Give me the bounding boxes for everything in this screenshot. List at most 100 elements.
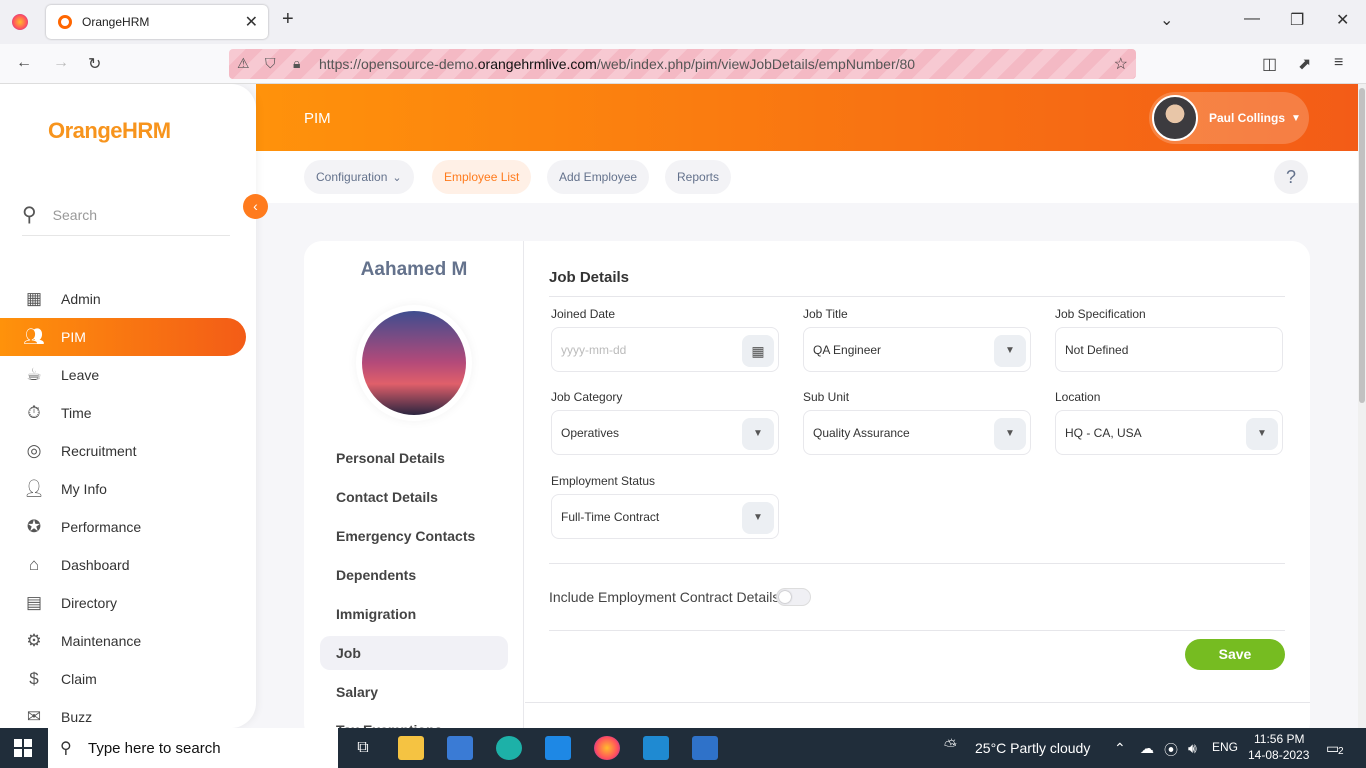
sidebar-item-time[interactable]: ⏱︎ Time xyxy=(0,394,256,432)
sidebar-item-pim[interactable]: 👥︎ PIM xyxy=(0,318,246,356)
taskbar-search-input[interactable]: Type here to search xyxy=(88,740,221,757)
taskbar-search[interactable]: ⚲ Type here to search xyxy=(48,728,338,768)
sidebar-search[interactable]: ⚲ Search xyxy=(22,194,230,236)
sidebar-item-claim[interactable]: $ Claim xyxy=(0,660,256,698)
sidebar-item-label: Maintenance xyxy=(61,633,142,649)
configuration-menu[interactable]: Configuration ⌄ xyxy=(304,160,414,194)
user-dropdown[interactable]: Paul Collings ▼ xyxy=(1149,92,1309,144)
photos-icon[interactable] xyxy=(692,736,718,760)
minimize-icon[interactable]: — xyxy=(1244,10,1260,28)
divider xyxy=(549,296,1285,297)
job-link[interactable]: Job xyxy=(320,636,508,670)
chevron-down-icon: ⌄ xyxy=(392,171,402,184)
lock-icon[interactable]: 🔒︎ xyxy=(293,55,300,72)
firefox-taskbar-icon[interactable] xyxy=(594,736,620,760)
store-icon[interactable] xyxy=(447,736,473,760)
divider xyxy=(549,563,1285,564)
sidebar-item-admin[interactable]: ▦ Admin xyxy=(0,280,256,318)
sidebar-item-label: Leave xyxy=(61,367,100,383)
job-title-label: Job Title xyxy=(803,307,848,321)
page-scrollbar[interactable] xyxy=(1358,84,1366,728)
sidebar-item-label: PIM xyxy=(61,329,86,345)
back-icon[interactable]: ← xyxy=(16,54,32,72)
personal-details-link[interactable]: Personal Details xyxy=(320,441,508,475)
job-category-select[interactable]: Operatives ▼ xyxy=(551,410,779,455)
sidebar-item-label: Directory xyxy=(61,595,118,611)
job-title-select[interactable]: QA Engineer ▼ xyxy=(803,327,1031,372)
sidebar-item-dashboard[interactable]: ⌂ Dashboard xyxy=(0,546,256,584)
list-tabs-icon[interactable]: ⌄ xyxy=(1160,10,1173,30)
employee-photo[interactable] xyxy=(362,311,466,415)
employment-status-value: Full-Time Contract xyxy=(561,509,660,524)
sub-unit-select[interactable]: Quality Assurance ▼ xyxy=(803,410,1031,455)
emergency-contacts-link[interactable]: Emergency Contacts xyxy=(320,519,508,553)
job-category-value: Operatives xyxy=(561,425,620,440)
sidebar-item-buzz[interactable]: ✉ Buzz xyxy=(0,698,256,728)
sidebar-item-label: Dashboard xyxy=(61,557,130,573)
extensions-icon[interactable]: ⬈ xyxy=(1298,54,1311,74)
windows-start-icon[interactable] xyxy=(14,739,32,757)
save-button[interactable]: Save xyxy=(1185,639,1285,670)
network-icon[interactable]: ⦿ xyxy=(1164,740,1178,760)
shield-icon[interactable]: ⛉ xyxy=(265,55,276,72)
contract-details-toggle[interactable] xyxy=(776,588,811,606)
app-area: PIM Paul Collings ▼ Configuration ⌄ Emplo… xyxy=(0,84,1358,728)
clock-time[interactable]: 11:56 PM xyxy=(1254,732,1304,746)
reports-label: Reports xyxy=(677,170,720,184)
url-bar[interactable]: ⚠ ⛉ 🔒︎ https://opensource-demo. orangehrm… xyxy=(229,49,1136,79)
salary-link[interactable]: Salary xyxy=(320,675,508,709)
pocket-icon[interactable]: ◫ xyxy=(1262,54,1277,74)
joined-date-input[interactable]: yyyy-mm-dd ▦ xyxy=(551,327,779,372)
search-input[interactable]: Search xyxy=(53,207,97,223)
file-explorer-icon[interactable] xyxy=(398,736,424,760)
sidebar-item-directory[interactable]: ▤ Directory xyxy=(0,584,256,622)
language-indicator[interactable]: ENG xyxy=(1212,740,1238,754)
reports-tab[interactable]: Reports xyxy=(665,160,732,194)
sidebar-item-leave[interactable]: ☕︎ Leave xyxy=(0,356,256,394)
menu-icon[interactable]: ≡ xyxy=(1334,54,1343,72)
task-view-icon[interactable]: ⧉ xyxy=(350,736,376,760)
search-icon: ⚲ xyxy=(60,740,72,757)
clock-date[interactable]: 14-08-2023 xyxy=(1248,748,1309,762)
sidebar-item-my-info[interactable]: 👤︎ My Info xyxy=(0,470,256,508)
vscode-icon[interactable] xyxy=(643,736,669,760)
dependents-link[interactable]: Dependents xyxy=(320,558,508,592)
firefox-icon[interactable] xyxy=(12,14,28,30)
immigration-link[interactable]: Immigration xyxy=(320,597,508,631)
joined-date-placeholder: yyyy-mm-dd xyxy=(561,342,627,357)
employee-list-tab[interactable]: Employee List xyxy=(432,160,532,194)
reload-icon[interactable]: ↻ xyxy=(88,54,101,74)
edge-icon[interactable] xyxy=(496,736,522,760)
browser-tab[interactable]: OrangeHRM ✕ xyxy=(46,5,268,39)
job-category-label: Job Category xyxy=(551,390,623,404)
weather-icon[interactable]: ⛅︎ xyxy=(944,738,957,756)
close-window-icon[interactable]: ✕ xyxy=(1336,10,1349,30)
configuration-label: Configuration xyxy=(316,170,388,184)
admin-icon: ▦ xyxy=(25,289,43,308)
tax-exemptions-link[interactable]: Tax Exemptions xyxy=(320,714,508,728)
help-button[interactable]: ? xyxy=(1274,160,1308,194)
calendar-icon[interactable]: ▦ xyxy=(742,335,774,367)
user-name: Paul Collings xyxy=(1209,111,1286,125)
maximize-icon[interactable]: ❐ xyxy=(1290,10,1304,30)
sidebar-item-recruitment[interactable]: ◎ Recruitment xyxy=(0,432,256,470)
time-icon: ⏱︎ xyxy=(27,403,41,422)
sidebar-item-performance[interactable]: ✪ Performance xyxy=(0,508,256,546)
collapse-sidebar-button[interactable]: ‹ xyxy=(243,194,268,219)
sidebar-item-maintenance[interactable]: ⚙ Maintenance xyxy=(0,622,256,660)
weather-text[interactable]: 25°C Partly cloudy xyxy=(975,740,1090,756)
close-tab-icon[interactable]: ✕ xyxy=(245,12,258,32)
add-employee-tab[interactable]: Add Employee xyxy=(547,160,650,194)
employment-status-select[interactable]: Full-Time Contract ▼ xyxy=(551,494,779,539)
buzz-icon: ✉ xyxy=(26,707,42,726)
onedrive-icon[interactable]: ☁ xyxy=(1140,740,1154,757)
sidebar-item-label: My Info xyxy=(61,481,107,497)
bookmark-star-icon[interactable]: ☆ xyxy=(1114,54,1128,74)
contact-details-link[interactable]: Contact Details xyxy=(320,480,508,514)
tray-chevron-icon[interactable]: ⌃ xyxy=(1114,740,1126,757)
new-tab-icon[interactable]: + xyxy=(282,8,294,31)
mail-icon[interactable] xyxy=(545,736,571,760)
volume-icon[interactable]: 🔊︎ xyxy=(1188,740,1197,757)
location-select[interactable]: HQ - CA, USA ▼ xyxy=(1055,410,1283,455)
forward-icon[interactable]: → xyxy=(53,54,69,72)
